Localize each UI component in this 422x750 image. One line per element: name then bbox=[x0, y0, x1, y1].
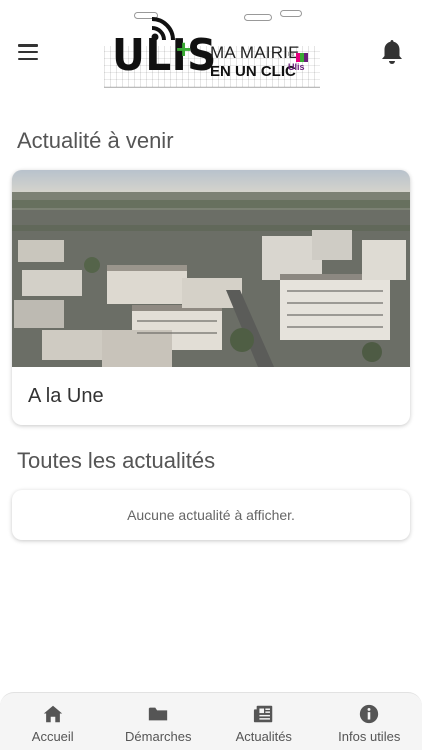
info-icon bbox=[360, 704, 379, 724]
notification-bell-icon[interactable] bbox=[380, 38, 404, 66]
newspaper-icon bbox=[253, 705, 272, 723]
app-header: ULIS + MA MAIRIE EN UN CLIC les Ulis bbox=[0, 0, 422, 104]
featured-news-card[interactable]: A la Une bbox=[12, 170, 410, 425]
heart-icon bbox=[296, 53, 308, 62]
tab-infos-utiles[interactable]: Infos utiles bbox=[317, 693, 422, 750]
upcoming-news-title: Actualité à venir bbox=[17, 128, 174, 153]
bottom-tab-bar: Accueil Démarches Actualités Infos utile… bbox=[0, 692, 422, 750]
empty-news-card: Aucune actualité à afficher. bbox=[12, 490, 410, 540]
tab-label: Accueil bbox=[31, 729, 74, 744]
logo-plus: + bbox=[176, 34, 192, 64]
tab-accueil[interactable]: Accueil bbox=[0, 693, 106, 750]
app-logo: ULIS + MA MAIRIE EN UN CLIC les Ulis bbox=[104, 8, 320, 88]
menu-icon[interactable] bbox=[18, 42, 40, 62]
tab-actualites[interactable]: Actualités bbox=[211, 693, 317, 750]
tab-label: Infos utiles bbox=[338, 729, 401, 744]
logo-tagline-1: MA MAIRIE bbox=[210, 43, 300, 62]
tab-label: Démarches bbox=[125, 729, 192, 744]
all-news-title: Toutes les actualités bbox=[17, 448, 216, 473]
logo-brand-text: ULIS bbox=[112, 30, 217, 81]
folder-icon bbox=[149, 707, 168, 721]
featured-news-title: A la Une bbox=[28, 384, 104, 407]
tab-demarches[interactable]: Démarches bbox=[106, 693, 212, 750]
city-aerial-image bbox=[12, 170, 410, 367]
logo-tagline-2: EN UN CLIC bbox=[210, 63, 296, 80]
les-ulis-badge: les Ulis bbox=[288, 52, 310, 74]
tab-label: Actualités bbox=[235, 729, 292, 744]
featured-news-image bbox=[12, 170, 410, 367]
home-icon bbox=[43, 705, 62, 723]
empty-news-message: Aucune actualité à afficher. bbox=[127, 507, 295, 523]
